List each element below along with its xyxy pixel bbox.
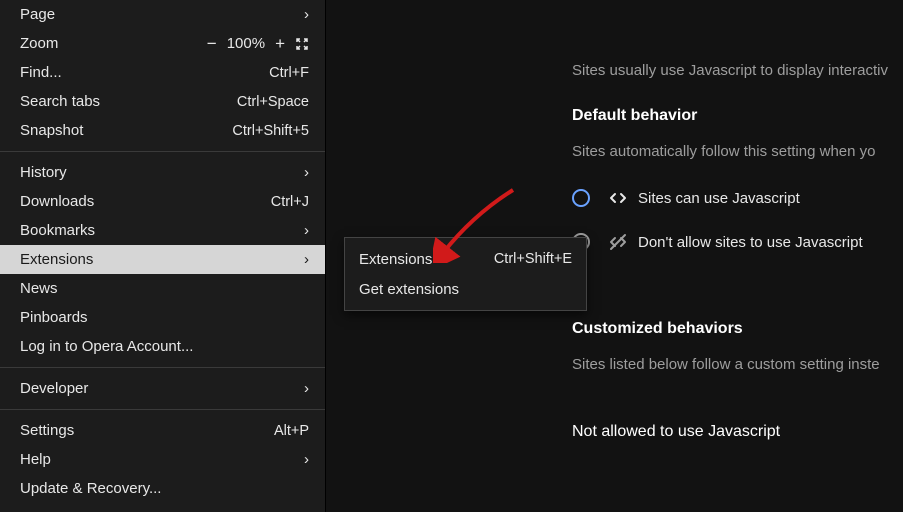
- code-icon: [608, 188, 628, 208]
- menu-item-downloads[interactable]: Downloads Ctrl+J: [0, 187, 325, 216]
- menu-item-label: Update & Recovery...: [20, 480, 309, 497]
- submenu-item-get-extensions[interactable]: Get extensions: [345, 274, 586, 304]
- default-behavior-description: Sites automatically follow this setting …: [572, 143, 903, 160]
- menu-item-pinboards[interactable]: Pinboards: [0, 303, 325, 332]
- menu-item-page[interactable]: Page ›: [0, 0, 325, 29]
- chevron-right-icon: ›: [295, 451, 309, 468]
- menu-shortcut: Ctrl+Space: [237, 94, 309, 110]
- submenu-item-label: Get extensions: [359, 281, 572, 298]
- chevron-right-icon: ›: [295, 222, 309, 239]
- menu-item-help[interactable]: Help ›: [0, 445, 325, 474]
- menu-item-snapshot[interactable]: Snapshot Ctrl+Shift+5: [0, 116, 325, 145]
- menu-item-label: Snapshot: [20, 122, 232, 139]
- menu-item-news[interactable]: News: [0, 274, 325, 303]
- customized-behaviors-description: Sites listed below follow a custom setti…: [572, 356, 903, 373]
- menu-shortcut: Ctrl+J: [271, 194, 309, 210]
- menu-item-bookmarks[interactable]: Bookmarks ›: [0, 216, 325, 245]
- menu-item-search-tabs[interactable]: Search tabs Ctrl+Space: [0, 87, 325, 116]
- menu-item-label: Log in to Opera Account...: [20, 338, 309, 355]
- main-menu: Page › Zoom − 100% + Find... Ctrl+F Sear…: [0, 0, 326, 512]
- menu-item-label: Extensions: [20, 251, 295, 268]
- zoom-controls: − 100% +: [207, 34, 309, 54]
- menu-item-update[interactable]: Update & Recovery...: [0, 474, 325, 503]
- zoom-out-button[interactable]: −: [207, 34, 217, 54]
- menu-shortcut: Ctrl+Shift+5: [232, 123, 309, 139]
- menu-item-label: Zoom: [20, 35, 207, 52]
- extensions-submenu: Extensions Ctrl+Shift+E Get extensions: [344, 237, 587, 311]
- default-behavior-title: Default behavior: [572, 107, 903, 125]
- menu-item-zoom[interactable]: Zoom − 100% +: [0, 29, 325, 58]
- menu-item-label: News: [20, 280, 309, 297]
- menu-item-login[interactable]: Log in to Opera Account...: [0, 332, 325, 361]
- customized-behaviors-title: Customized behaviors: [572, 320, 903, 338]
- code-disabled-icon: [608, 232, 628, 252]
- fullscreen-icon[interactable]: [295, 37, 309, 51]
- menu-item-label: Pinboards: [20, 309, 309, 326]
- submenu-item-label: Extensions: [359, 251, 494, 268]
- chevron-right-icon: ›: [295, 380, 309, 397]
- menu-item-label: Settings: [20, 422, 274, 439]
- menu-item-developer[interactable]: Developer ›: [0, 374, 325, 403]
- menu-shortcut: Alt+P: [274, 423, 309, 439]
- menu-separator: [0, 409, 325, 410]
- menu-item-label: Find...: [20, 64, 269, 81]
- submenu-shortcut: Ctrl+Shift+E: [494, 251, 572, 267]
- menu-item-label: Help: [20, 451, 295, 468]
- chevron-right-icon: ›: [295, 6, 309, 23]
- menu-item-label: Page: [20, 6, 295, 23]
- menu-item-find[interactable]: Find... Ctrl+F: [0, 58, 325, 87]
- chevron-right-icon: ›: [295, 251, 309, 268]
- menu-separator: [0, 151, 325, 152]
- option-label: Don't allow sites to use Javascript: [638, 234, 863, 251]
- menu-item-label: Search tabs: [20, 93, 237, 110]
- submenu-item-extensions[interactable]: Extensions Ctrl+Shift+E: [345, 244, 586, 274]
- option-label: Sites can use Javascript: [638, 190, 800, 207]
- menu-item-label: Bookmarks: [20, 222, 295, 239]
- menu-shortcut: Ctrl+F: [269, 65, 309, 81]
- option-deny-js[interactable]: Don't allow sites to use Javascript: [572, 232, 903, 252]
- not-allowed-title: Not allowed to use Javascript: [572, 423, 903, 441]
- menu-item-label: History: [20, 164, 295, 181]
- menu-item-label: Developer: [20, 380, 295, 397]
- radio-selected-icon: [572, 189, 590, 207]
- menu-item-settings[interactable]: Settings Alt+P: [0, 416, 325, 445]
- menu-item-label: Downloads: [20, 193, 271, 210]
- intro-description: Sites usually use Javascript to display …: [572, 62, 903, 79]
- zoom-value: 100%: [227, 35, 265, 52]
- menu-separator: [0, 367, 325, 368]
- zoom-in-button[interactable]: +: [275, 34, 285, 54]
- option-allow-js[interactable]: Sites can use Javascript: [572, 188, 903, 208]
- menu-item-extensions[interactable]: Extensions ›: [0, 245, 325, 274]
- chevron-right-icon: ›: [295, 164, 309, 181]
- menu-item-history[interactable]: History ›: [0, 158, 325, 187]
